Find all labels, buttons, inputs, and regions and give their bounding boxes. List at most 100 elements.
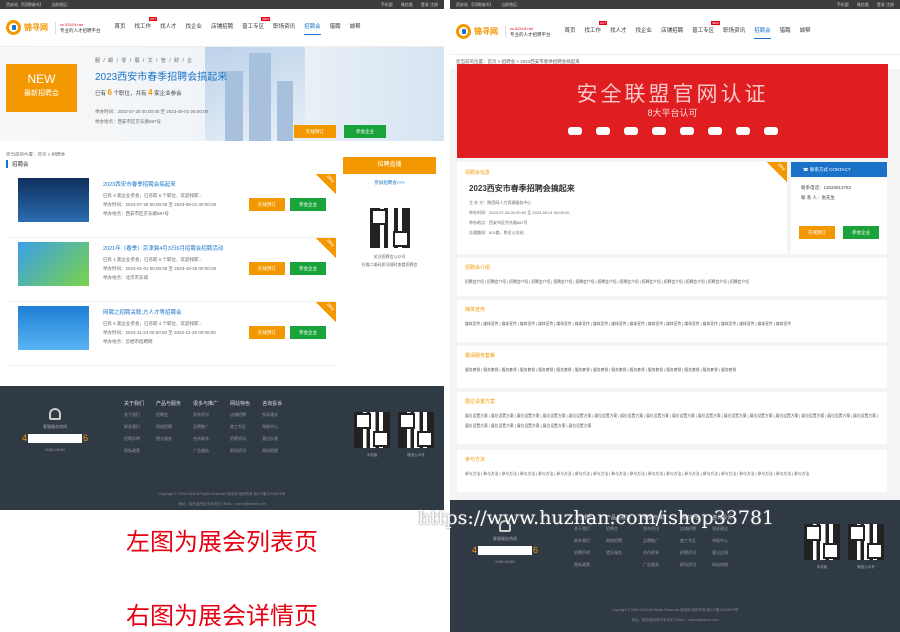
sidebar-head: 招聘直播 <box>343 157 436 174</box>
nav-shop-jobs[interactable]: 店铺招聘 <box>661 24 683 39</box>
site-logo[interactable]: 锦寻网 zc.52419.net 专业的人才招聘平台 <box>6 20 101 35</box>
fair-stats: 已有 5 家企业参会，已有职 4 个职位，欢迎找职... <box>103 321 203 326</box>
nav-city[interactable]: 城帮 <box>800 24 811 39</box>
login-register-link[interactable]: 登录 注册 <box>877 2 894 8</box>
site-logo[interactable]: 锦寻网 zc.52419.net 专业的人才招聘平台 <box>456 24 551 39</box>
logo-name: 锦寻网 <box>474 27 498 36</box>
fair-thumbnail[interactable] <box>18 178 89 222</box>
mobile-link[interactable]: 手机版 <box>381 2 393 8</box>
section-title: 媒体宣传 <box>465 307 486 313</box>
book-button[interactable]: 在线预订 <box>249 326 285 339</box>
book-button[interactable]: 在线预订 <box>249 262 285 275</box>
nav-home[interactable]: 首页 <box>565 24 576 39</box>
promo-banner[interactable]: 安全联盟官网认证 8大平台认可 <box>457 64 888 158</box>
fair-thumbnail[interactable] <box>18 306 89 350</box>
left-caption: 左图为展会列表页 <box>126 528 318 556</box>
list-item[interactable]: 2023西安市春季招聘会搞起来 已有 4 家企业参会，已有职 6 个职位，欢迎找… <box>6 174 336 238</box>
contact-card: ☎ 联系方式 CONTACT 联系电话：13020813783 联 系 人：张先… <box>791 162 887 254</box>
section-body: 媒体宣传 | 媒体宣传 | 媒体宣传 | 媒体宣传 | 媒体宣传 | 媒体宣传 … <box>465 322 792 326</box>
section-intro: 招聘会介绍 招聘会介绍 | 招聘会介绍 | 招聘会介绍 | 招聘会介绍 | 招聘… <box>457 258 887 296</box>
nav-headhunt[interactable]: 猎聘 <box>780 24 791 39</box>
fair-thumbnail[interactable] <box>18 242 89 286</box>
fair-name[interactable]: 2023西安市春季招聘会搞起来 <box>103 180 216 188</box>
nav-news[interactable]: 职场资讯 <box>273 20 295 35</box>
list-page: 西安站 【切换城市】 当前地区： 手机版 微信版 登录 注册 锦寻网 zc.52… <box>0 0 444 632</box>
footer-address: 地址：陕西省西安市未央区 EMAIL：admin@admin.com <box>631 618 719 622</box>
nav-talent[interactable]: 找人才 <box>610 24 627 39</box>
site-slogan: 专业的人才招聘平台 <box>510 31 551 37</box>
wechat-link[interactable]: 微信版 <box>401 2 413 8</box>
wechat-link[interactable]: 微信版 <box>857 2 869 8</box>
ribbon-badge: 招聘会 <box>316 174 336 194</box>
book-button[interactable]: 在线预订 <box>294 125 336 138</box>
list-item[interactable]: 2021年（春季）京津冀4月3日6月招聘会招聘活动 已有 1 家企业参会，已有职… <box>6 238 336 302</box>
featured-title[interactable]: 2023西安市春季招聘会搞起来 <box>95 68 227 83</box>
nav-job-fair[interactable]: 招聘会 <box>754 24 771 39</box>
ribbon-badge: 招聘会 <box>316 238 336 258</box>
main-nav: 锦寻网 zc.52419.net 专业的人才招聘平台 首页 找工作 HOT 找人才… <box>450 9 900 55</box>
contact-person: 联 系 人：张先生 <box>801 195 835 200</box>
nav-jobs[interactable]: 找工作 HOT <box>585 21 608 39</box>
join-button[interactable]: 参会企业 <box>843 226 879 239</box>
nav-workers[interactable]: 普工专区 NEW <box>692 21 721 39</box>
list-item[interactable]: 网聘之招聘关联,方人才等招聘会 已有 5 家企业参会，已有职 4 个职位，欢迎找… <box>6 302 336 366</box>
join-button[interactable]: 参会企业 <box>290 326 326 339</box>
detail-page: 西安站 【切换城市】 当前地区： 手机版 微信版 登录 注册 锦寻网 zc.52… <box>450 0 900 632</box>
top-bar: 西安站 【切换城市】 当前地区： 手机版 微信版 登录 注册 <box>450 0 900 9</box>
location-switch[interactable]: 西安站 【切换城市】 <box>456 2 493 8</box>
nav-shop-jobs[interactable]: 店铺招聘 <box>211 20 233 35</box>
qr-code-icon <box>354 412 390 448</box>
nav-talent[interactable]: 找人才 <box>160 20 177 35</box>
join-button[interactable]: 参会企业 <box>290 198 326 211</box>
book-button[interactable]: 在线预订 <box>249 198 285 211</box>
logo-name: 锦寻网 <box>24 23 48 32</box>
fair-time: 举办时间：2023-07-28 00:00:00 至 2023-09-01 00… <box>103 202 217 207</box>
featured-stats: 已有 6 个职位，共有 4 家企业参会 <box>95 88 182 97</box>
section-booths: 展位设置方案 展位设置方案 | 展位设置方案 | 展位设置方案 | 展位设置方案… <box>457 392 887 444</box>
new-fair-badge: NEW 最新招聘会 <box>6 64 77 112</box>
banner-sub: 8大平台认可 <box>647 108 698 118</box>
qr-caption: 关注招聘会公众号 <box>373 254 406 259</box>
hot-badge: HOT <box>598 21 608 25</box>
join-button[interactable]: 参会企业 <box>344 125 386 138</box>
watermark: https://www.huzhan.com/ishop33781 <box>418 507 775 529</box>
nav-home[interactable]: 首页 <box>115 20 126 35</box>
fair-name[interactable]: 2021年（春季）京津冀4月3日6月招聘会招聘活动 <box>103 244 223 252</box>
nav-companies[interactable]: 找企业 <box>636 24 653 39</box>
book-button[interactable]: 在线预订 <box>799 226 835 239</box>
nav-companies[interactable]: 找企业 <box>186 20 203 35</box>
fair-address: 举办地点：西安市区京东路687号 <box>469 220 528 225</box>
nav-headhunt[interactable]: 猎聘 <box>330 20 341 35</box>
site-slogan: 专业的人才招聘平台 <box>60 27 101 33</box>
location-switch[interactable]: 西安站 【切换城市】 <box>6 2 43 8</box>
fair-list: 招聘会 2023西安市春季招聘会搞起来 已有 4 家企业参会，已有职 6 个职位… <box>6 156 336 378</box>
logo-icon <box>456 24 471 39</box>
nav-job-fair[interactable]: 招聘会 <box>304 20 321 35</box>
current-region: 当前地区： <box>51 1 72 7</box>
nav-news[interactable]: 职场资讯 <box>723 24 745 39</box>
copyright: Copyright © 2009-2018 All Rights Reserve… <box>611 608 739 612</box>
footer-address: 地址：陕西省西安市未央区 EMAIL：admin@admin.com <box>178 502 266 506</box>
sidebar: 招聘直播 参加招聘会>>> 关注招聘会公众号 扫描二维码即可随时查看招聘会 <box>343 157 436 274</box>
service-hours: 9:00-24:00 <box>495 559 515 564</box>
login-register-link[interactable]: 登录 注册 <box>421 2 438 8</box>
mobile-link[interactable]: 手机版 <box>837 2 849 8</box>
fair-stats: 已有 4 家企业参会，已有职 6 个职位，欢迎找职... <box>103 193 203 198</box>
nav-city[interactable]: 城帮 <box>350 20 361 35</box>
fair-time: 举办时间：2023-11-24 00:00:00 至 2023-12-29 00… <box>103 330 216 335</box>
section-body: 服务套餐 | 服务套餐 | 服务套餐 | 服务套餐 | 服务套餐 | 服务套餐 … <box>465 368 737 372</box>
footer: 客服服务热线 46 9:00-24:00 关于我们 关于我们 联系我们 招聘声明 隐私政… <box>0 386 444 510</box>
join-button[interactable]: 参会企业 <box>290 262 326 275</box>
headset-icon <box>49 408 61 420</box>
nav-workers[interactable]: 普工专区 NEW <box>242 17 271 35</box>
qr-code-icon <box>398 412 434 448</box>
join-fair-link[interactable]: 参加招聘会>>> <box>343 174 436 192</box>
fair-name[interactable]: 网聘之招聘关联,方人才等招聘会 <box>103 308 216 316</box>
hot-badge: HOT <box>148 17 158 21</box>
footer-qr: 手机版 微信公众号 <box>804 524 884 570</box>
featured-time: 举办时间：2023-07-28 00:00:00 至 2023-09-01 00… <box>95 109 209 114</box>
logo-slogan: zc.52419.net 专业的人才招聘平台 <box>55 21 101 34</box>
nav-menu: 首页 找工作 HOT 找人才 找企业 店铺招聘 普工专区 NEW 职场资讯 招聘会 … <box>115 17 361 35</box>
nav-jobs[interactable]: 找工作 HOT <box>135 17 158 35</box>
organizer: 主 办 方：陕西网人力资源服务中心 <box>469 200 532 205</box>
